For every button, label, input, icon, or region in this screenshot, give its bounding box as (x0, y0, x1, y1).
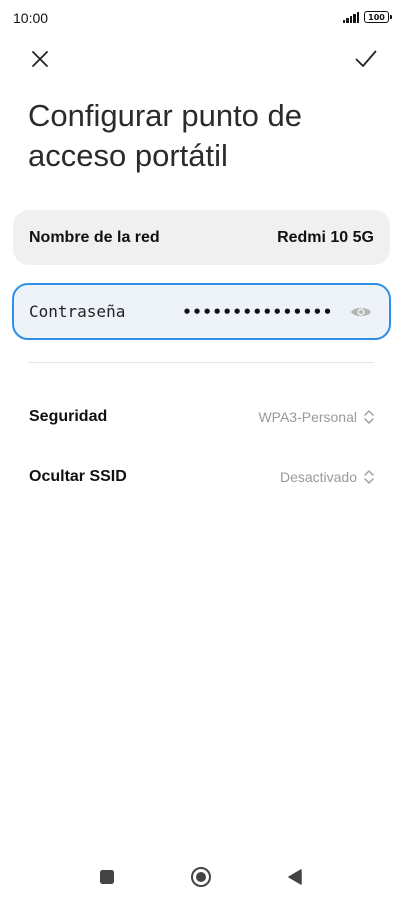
close-icon (32, 51, 48, 67)
status-bar: 10:00 100 (0, 0, 403, 36)
password-field[interactable]: Contraseña ••••••••••••••• (12, 283, 391, 340)
battery-icon: 100 (364, 11, 392, 23)
hide-ssid-value-container[interactable]: Desactivado (280, 469, 375, 485)
eye-icon[interactable] (349, 303, 373, 321)
home-button[interactable] (189, 865, 213, 889)
back-button[interactable] (283, 865, 307, 889)
recents-button[interactable] (95, 865, 119, 889)
navigation-bar (0, 850, 403, 900)
back-triangle-icon (288, 869, 302, 885)
page-title: Configurar punto de acceso portátil (28, 98, 303, 173)
network-name-label: Nombre de la red (29, 228, 160, 246)
status-icons: 100 (342, 11, 392, 23)
security-value: WPA3-Personal (258, 409, 357, 425)
battery-level: 100 (368, 12, 385, 22)
signal-icon (342, 11, 359, 23)
divider (28, 362, 374, 363)
hide-ssid-label: Ocultar SSID (29, 468, 127, 485)
checkmark-icon (355, 50, 377, 67)
network-name-field[interactable]: Nombre de la red Redmi 10 5G (13, 210, 390, 265)
updown-chevron-icon (363, 469, 375, 485)
close-button[interactable] (25, 44, 55, 74)
password-value[interactable]: ••••••••••••••• (125, 303, 349, 321)
hide-ssid-setting[interactable]: Ocultar SSID Desactivado (29, 462, 375, 492)
status-time: 10:00 (13, 10, 49, 26)
recents-square-icon (100, 870, 114, 884)
password-label: Contraseña (29, 302, 126, 321)
security-setting[interactable]: Seguridad WPA3-Personal (29, 402, 375, 432)
updown-chevron-icon (363, 409, 375, 425)
network-name-value: Redmi 10 5G (277, 228, 374, 246)
hide-ssid-value: Desactivado (279, 469, 357, 485)
home-circle-icon (191, 867, 211, 887)
confirm-button[interactable] (351, 44, 381, 74)
security-value-container[interactable]: WPA3-Personal (258, 409, 375, 425)
security-label: Seguridad (29, 408, 108, 425)
